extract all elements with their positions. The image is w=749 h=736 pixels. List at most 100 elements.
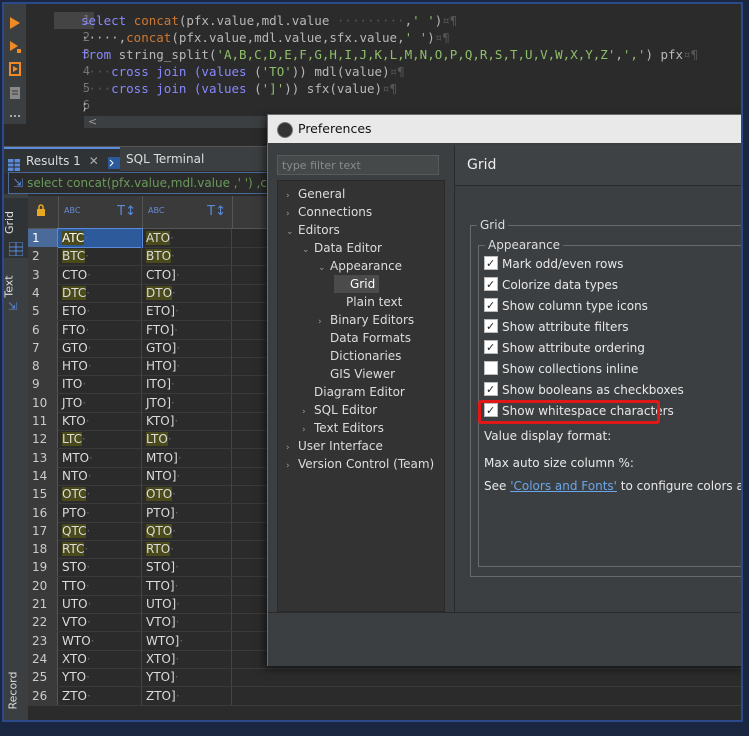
table-cell[interactable]: BTC· [58,247,142,266]
checkbox-show-booleans-as-checkboxes[interactable]: Show booleans as checkboxes [484,380,684,400]
table-cell[interactable]: FTO]· [142,320,232,339]
table-cell[interactable]: XTO· [58,649,142,668]
filter-sort-icon[interactable]: T↕ [117,204,136,219]
table-cell[interactable]: MTO]· [142,448,232,467]
table-cell[interactable]: UTO· [58,595,142,613]
row-number[interactable]: 9 [28,375,58,394]
row-number[interactable]: 11 [28,412,58,430]
table-cell[interactable]: LTO· [142,430,232,449]
more-icon[interactable] [9,108,21,122]
results-filter-input[interactable]: ⇲ select concat(pfx.value,mdl.value ,' ')… [8,172,280,194]
tree-item-appearance[interactable]: ⌄ Appearance [318,257,402,275]
table-cell[interactable]: GTO· [58,338,142,357]
tree-item-diagram-editor[interactable]: Diagram Editor [302,383,405,401]
checkbox-checked-icon[interactable] [484,380,498,400]
row-number[interactable]: 3 [28,265,58,284]
checkbox-checked-icon[interactable] [484,338,498,358]
horizontal-scrollbar[interactable]: < [84,116,288,128]
row-number[interactable]: 20 [28,576,58,595]
table-cell[interactable]: RTO· [142,540,232,559]
table-cell[interactable]: ATO· [142,229,232,247]
table-cell[interactable]: KTO]· [142,412,232,430]
row-number[interactable]: 5 [28,302,58,321]
table-cell[interactable]: STO· [58,558,142,577]
tree-item-plain-text[interactable]: Plain text [334,293,402,311]
tree-item-general[interactable]: › General [286,185,345,203]
table-cell[interactable]: LTC· [58,430,142,449]
row-number[interactable]: 14 [28,466,58,485]
checkbox-show-attribute-ordering[interactable]: Show attribute ordering [484,338,645,358]
row-number[interactable]: 17 [28,521,58,540]
row-number[interactable]: 15 [28,485,58,504]
row-number[interactable]: 4 [28,283,58,302]
table-cell[interactable]: YTO· [58,668,142,687]
execute-statement-icon[interactable] [9,16,21,30]
table-cell[interactable]: TTO]· [142,576,232,595]
tree-item-editors[interactable]: ⌄ Editors [286,221,340,239]
checkbox-checked-icon[interactable] [484,296,498,316]
table-cell[interactable]: BTO· [142,247,232,266]
table-cell[interactable]: NTO· [58,466,142,485]
row-number[interactable]: 6 [28,320,58,339]
sql-editor[interactable]: 123456 select concat(pfx.value,mdl.value… [26,4,741,128]
row-number[interactable]: 24 [28,649,58,668]
chevron-right-icon[interactable]: › [286,457,298,475]
tree-item-sql-editor[interactable]: › SQL Editor [302,401,377,419]
tree-item-user-interface[interactable]: › User Interface [286,437,383,455]
checkbox-checked-icon[interactable] [484,254,498,274]
column-header-1[interactable]: ABC T↕ [58,196,143,228]
table-cell[interactable]: NTO]· [142,466,232,485]
tab-results-1[interactable]: Results 1 ✕ [4,147,120,173]
table-cell[interactable]: ITO]· [142,375,232,394]
table-cell[interactable]: XTO]· [142,649,232,668]
tab-record-view[interactable]: Record [4,664,28,720]
checkbox-show-column-type-icons[interactable]: Show column type icons [484,296,648,316]
table-cell[interactable]: DTC· [58,283,142,302]
table-cell[interactable]: ATC· [57,228,143,248]
row-number[interactable]: 16 [28,503,58,522]
tree-item-data-formats[interactable]: Data Formats [318,329,411,347]
sql-code[interactable]: select concat(pfx.value,mdl.value ······… [81,12,698,114]
checkbox-show-attribute-filters[interactable]: Show attribute filters [484,317,629,337]
tree-item-data-editor[interactable]: ⌄ Data Editor [302,239,382,257]
table-cell[interactable]: OTC· [58,485,142,504]
table-cell[interactable]: JTO]· [142,393,232,412]
row-number[interactable]: 12 [28,430,58,449]
table-cell[interactable]: ETO]· [142,302,232,321]
row-number[interactable]: 18 [28,540,58,559]
checkbox-mark-odd-even-rows[interactable]: Mark odd/even rows [484,254,623,274]
tree-item-dictionaries[interactable]: Dictionaries [318,347,401,365]
table-cell[interactable]: ETO· [58,302,142,321]
row-number[interactable]: 8 [28,357,58,376]
table-cell[interactable]: YTO]· [142,668,232,687]
table-cell[interactable]: STO]· [142,558,232,577]
tree-item-connections[interactable]: › Connections [286,203,372,221]
row-number[interactable]: 19 [28,558,58,577]
execute-script-icon[interactable] [9,62,21,76]
table-cell[interactable]: UTO]· [142,595,232,613]
table-cell[interactable]: HTO· [58,357,142,376]
chevron-down-icon[interactable]: ⌄ [302,241,314,259]
table-cell[interactable]: VTO· [58,613,142,632]
row-number[interactable]: 10 [28,393,58,412]
table-cell[interactable]: CTO]· [142,265,232,284]
checkbox-colorize-data-types[interactable]: Colorize data types [484,275,618,295]
chevron-down-icon[interactable]: ⌄ [286,223,298,241]
tree-filter-input[interactable]: type filter text [277,155,439,175]
scroll-left-icon[interactable]: < [88,115,97,128]
table-cell[interactable]: ZTO]· [142,686,232,705]
table-cell[interactable]: FTO· [58,320,142,339]
table-cell[interactable]: PTO]· [142,503,232,522]
checkbox-show-collections-inline[interactable]: Show collections inline [484,359,638,379]
checkbox-unchecked-icon[interactable] [484,361,498,375]
table-cell[interactable]: PTO· [58,503,142,522]
row-number[interactable]: 13 [28,448,58,467]
row-number[interactable]: 21 [28,595,58,613]
table-cell[interactable]: MTO· [58,448,142,467]
chevron-down-icon[interactable]: ⌄ [318,259,330,277]
table-cell[interactable]: VTO]· [142,613,232,632]
checkbox-checked-icon[interactable] [484,275,498,295]
row-number[interactable]: 22 [28,613,58,632]
tree-item-version-control-team[interactable]: › Version Control (Team) [286,455,434,473]
table-cell[interactable]: ITO· [58,375,142,394]
